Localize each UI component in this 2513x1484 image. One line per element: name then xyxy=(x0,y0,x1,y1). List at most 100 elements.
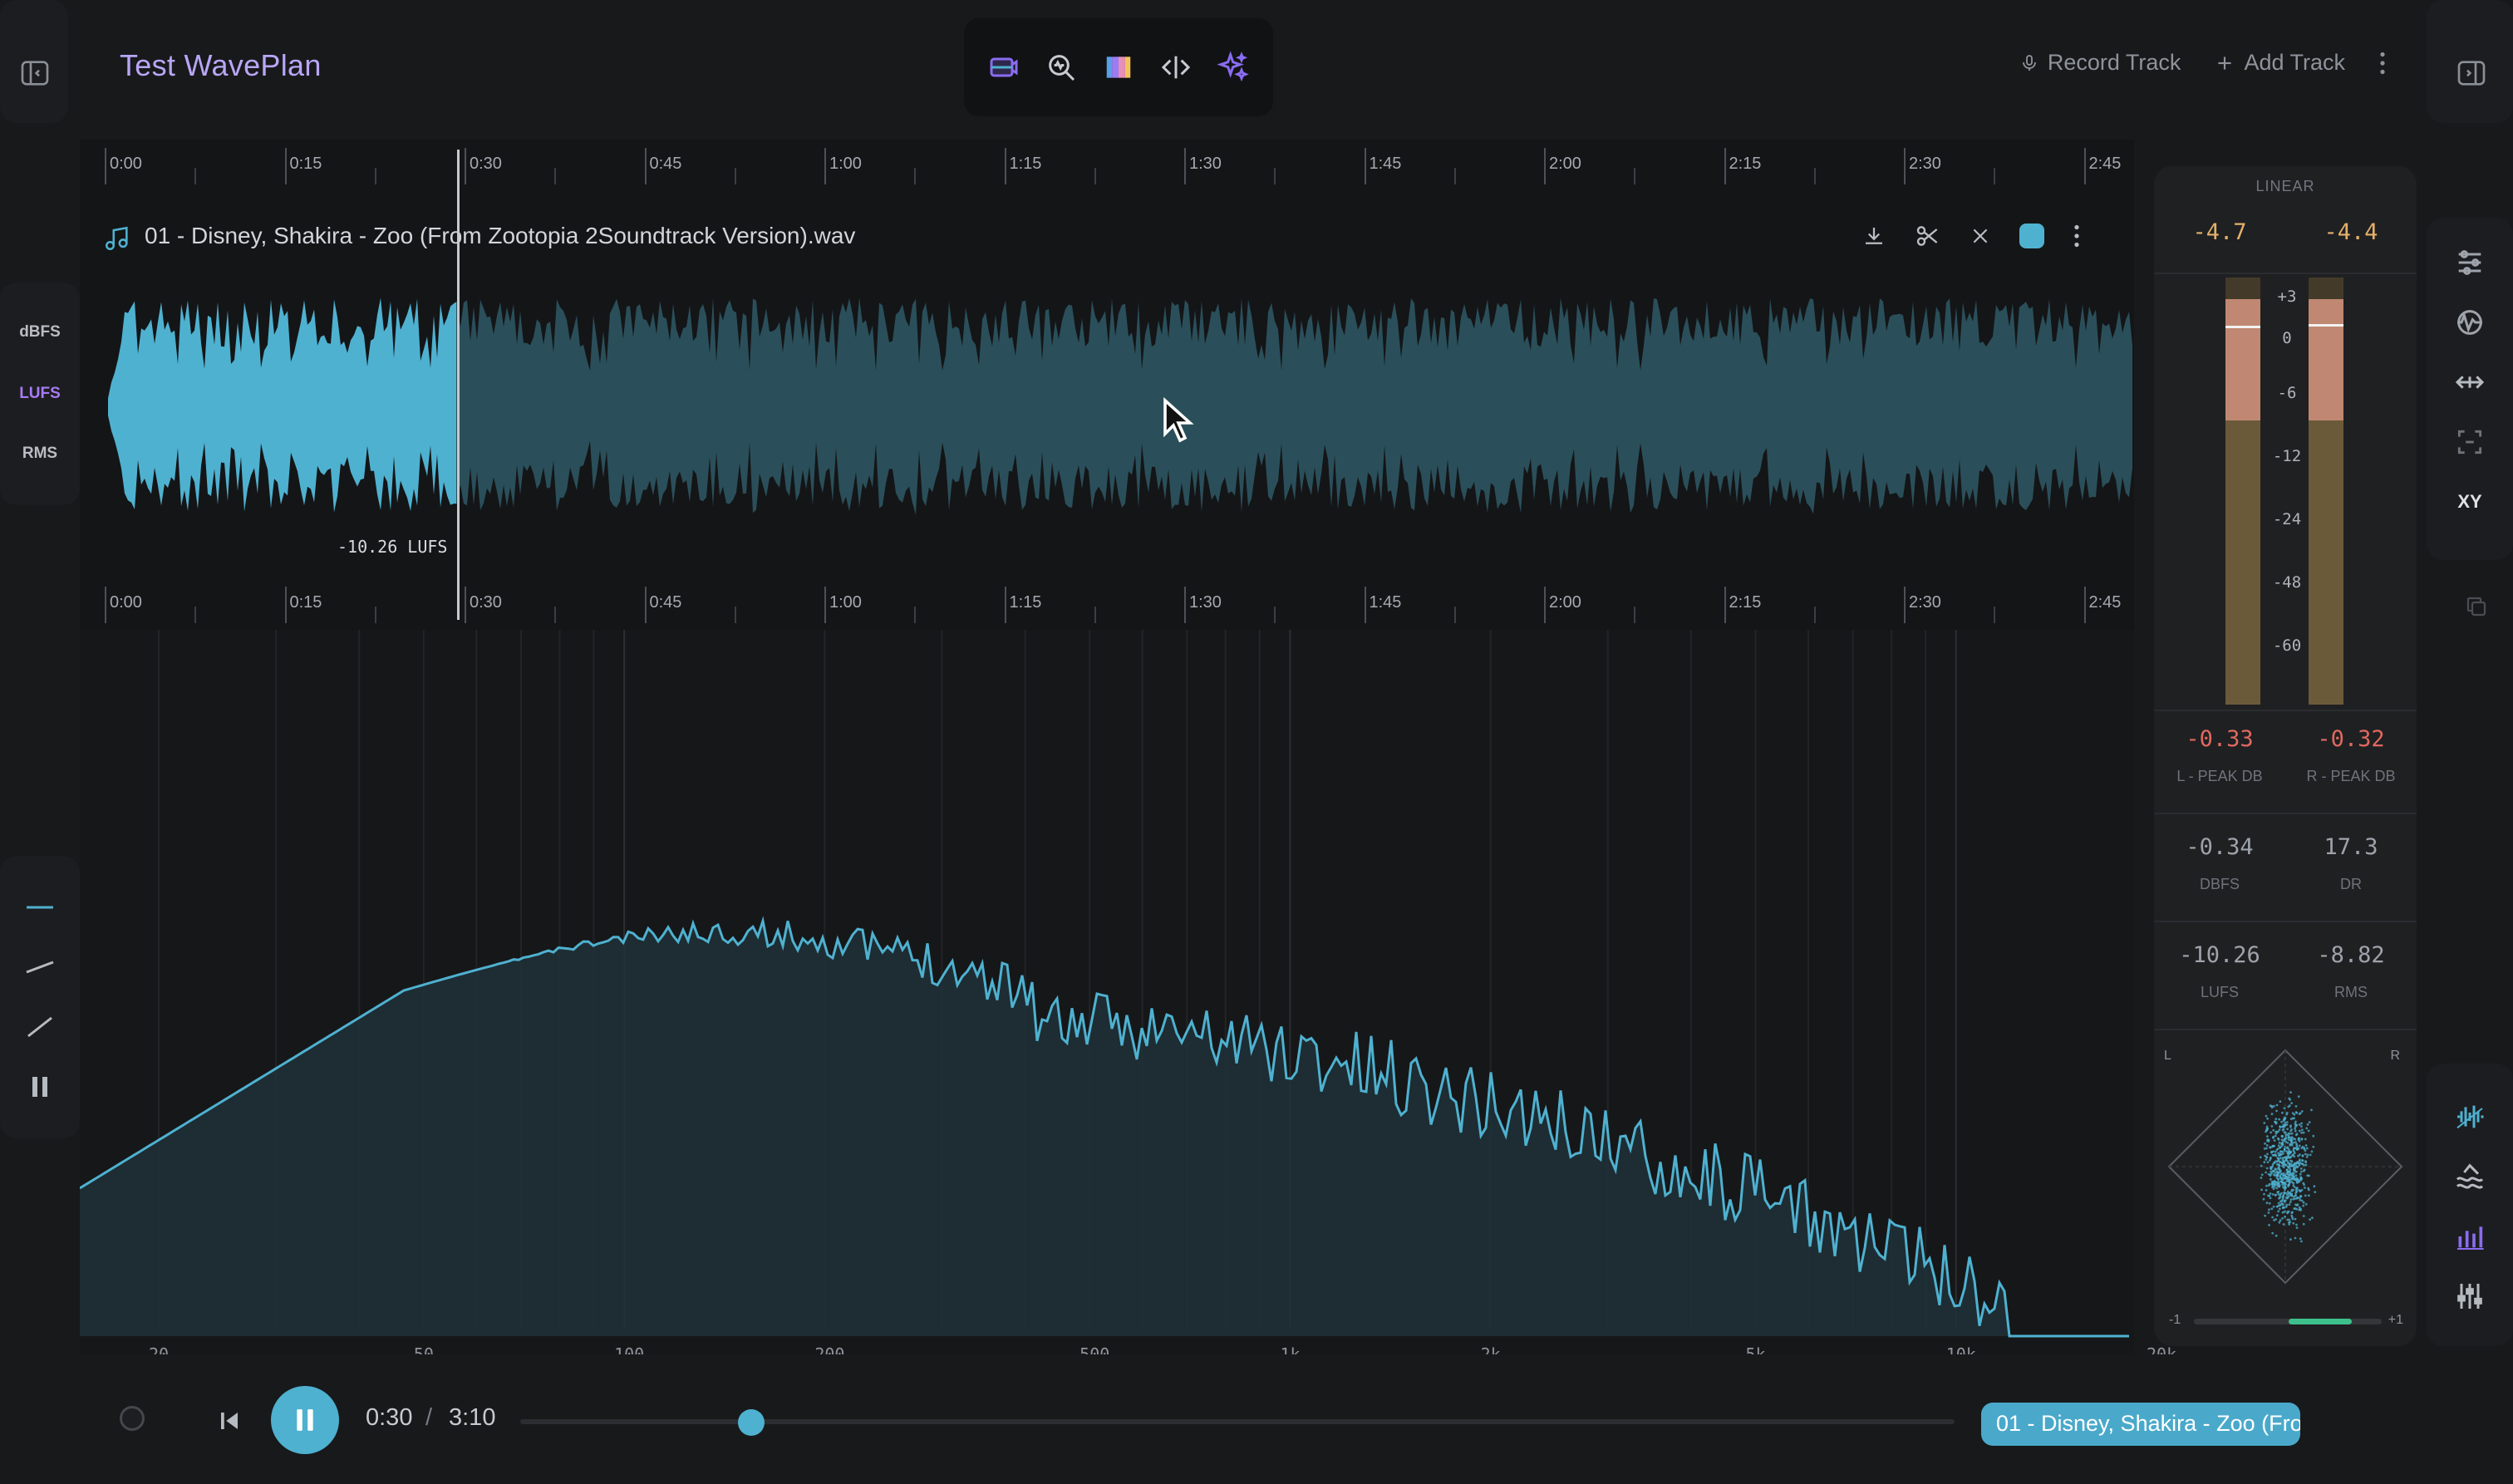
correlation-meter xyxy=(2194,1319,2382,1324)
spectrum-style-rail xyxy=(0,856,80,1138)
ruler-tick xyxy=(644,148,647,184)
mixer-sliders-icon[interactable] xyxy=(2427,1271,2513,1321)
ruler-tick xyxy=(824,148,826,184)
sparkles-icon[interactable] xyxy=(1210,44,1256,91)
plus-icon xyxy=(2214,52,2235,74)
time-ruler-top[interactable]: 0:00 0:15 0:30 0:45 1:00 1:15 1:30 1:45 2:00 2:15… xyxy=(105,148,2176,184)
waveform[interactable] xyxy=(108,296,2132,518)
playhead[interactable] xyxy=(457,150,460,620)
ruler-tick xyxy=(284,148,287,184)
ruler-minor-tick xyxy=(554,168,557,184)
xy-mode-button[interactable]: XY xyxy=(2427,477,2513,527)
mode-dbfs-button[interactable]: dBFS xyxy=(0,309,80,356)
ruler-tick xyxy=(2083,148,2086,184)
ruler-label: 0:15 xyxy=(289,593,322,612)
lufs-label: LUFS xyxy=(2200,984,2239,1000)
copy-icon[interactable] xyxy=(2460,590,2493,623)
bar-chart-view-icon[interactable] xyxy=(2427,1211,2513,1261)
left-peak-zone xyxy=(2225,299,2260,420)
cursor-pointer-icon xyxy=(1162,397,1195,444)
pause-icon xyxy=(294,1408,316,1432)
record-track-button[interactable]: Record Track xyxy=(2019,50,2181,76)
play-pause-button[interactable] xyxy=(271,1386,339,1454)
ruler-tick xyxy=(644,587,647,623)
toggle-panel-icon[interactable] xyxy=(2453,55,2490,91)
video-icon[interactable] xyxy=(981,44,1027,91)
meter-scale-label: -48 xyxy=(2272,573,2302,592)
mode-rms-button[interactable]: RMS xyxy=(0,430,80,477)
meter-divider xyxy=(2154,273,2417,274)
ruler-minor-tick xyxy=(374,168,376,184)
ruler-minor-tick xyxy=(1813,168,1816,184)
close-icon[interactable] xyxy=(1970,225,1991,247)
ruler-minor-tick xyxy=(1994,607,1996,623)
meter-scale-label: -24 xyxy=(2272,510,2302,528)
ruler-tick xyxy=(1184,148,1186,184)
loop-toggle-icon[interactable] xyxy=(120,1406,145,1431)
waveform-view-icon[interactable] xyxy=(2427,1092,2513,1142)
left-rail-top xyxy=(0,0,68,123)
mode-lufs-button[interactable]: LUFS xyxy=(0,371,80,417)
zoom-scan-icon[interactable] xyxy=(1038,44,1084,91)
more-menu-icon[interactable] xyxy=(2378,52,2387,75)
current-time: 0:30 xyxy=(366,1404,413,1431)
download-icon[interactable] xyxy=(1861,224,1886,248)
ruler-label: 0:00 xyxy=(110,593,142,612)
spectrogram-icon[interactable] xyxy=(1095,44,1142,91)
focus-scan-icon[interactable] xyxy=(2427,417,2513,467)
app-title: Test WavePlan xyxy=(120,48,322,82)
track-color-swatch[interactable] xyxy=(2019,224,2044,248)
ruler-tick xyxy=(1904,587,1906,623)
ruler-label: 2:30 xyxy=(1909,155,1941,173)
waveform-scan-icon[interactable] xyxy=(2427,297,2513,347)
ruler-minor-tick xyxy=(1634,168,1636,184)
now-playing-chip[interactable]: 01 - Disney, Shakira - Zoo (From Zootopi… xyxy=(1981,1403,2300,1446)
seek-bar[interactable] xyxy=(520,1419,1955,1424)
spectrum-area xyxy=(80,921,2132,1336)
toggle-sidebar-icon[interactable] xyxy=(17,55,53,91)
add-track-label: Add Track xyxy=(2244,50,2345,75)
meter-scale-label: -6 xyxy=(2277,384,2297,402)
spectrum-analyzer[interactable]: 20501002005001k2k5k10k20k xyxy=(80,630,2176,1369)
ruler-minor-tick xyxy=(734,607,736,623)
eq-list-icon[interactable] xyxy=(2427,238,2513,287)
mode-rms-label: RMS xyxy=(22,445,58,462)
ruler-label: 1:30 xyxy=(1189,593,1222,612)
right-peak-hold xyxy=(2309,324,2343,327)
right-level-meter xyxy=(2309,278,2343,705)
ruler-label: 2:45 xyxy=(2088,593,2122,612)
add-track-button[interactable]: Add Track xyxy=(2214,50,2345,76)
code-split-icon[interactable] xyxy=(1153,44,1199,91)
flat-line-icon[interactable] xyxy=(0,884,80,931)
scissors-icon[interactable] xyxy=(1915,223,1941,249)
meter-divider xyxy=(2154,921,2417,922)
vectorscope-points xyxy=(2259,1091,2317,1243)
ruler-tick xyxy=(1724,587,1726,623)
spectrum-plot xyxy=(80,630,2132,1338)
track-more-icon[interactable] xyxy=(2073,224,2081,248)
l-peak-value: -0.33 xyxy=(2186,726,2254,752)
ruler-minor-tick xyxy=(1274,168,1276,184)
track-name[interactable]: 01 - Disney, Shakira - Zoo (From Zootopi… xyxy=(145,223,855,249)
mode-lufs-label: LUFS xyxy=(19,385,61,402)
record-track-label: Record Track xyxy=(2047,50,2181,75)
meter-mode-label[interactable]: LINEAR xyxy=(2154,178,2417,195)
ruler-minor-tick xyxy=(1634,607,1636,623)
right-peak-zone xyxy=(2309,299,2343,420)
ruler-label: 1:00 xyxy=(829,155,862,173)
slope-low-icon[interactable] xyxy=(0,944,80,990)
waves-view-icon[interactable] xyxy=(2427,1152,2513,1201)
ruler-minor-tick xyxy=(1094,168,1096,184)
time-separator: / xyxy=(425,1404,433,1431)
ruler-tick xyxy=(284,587,287,623)
music-note-icon xyxy=(103,224,131,253)
stereo-width-icon[interactable] xyxy=(2427,357,2513,407)
time-ruler-bottom[interactable]: 0:00 0:15 0:30 0:45 1:00 1:15 1:30 1:45 2:00 2:15… xyxy=(105,587,2176,623)
slope-high-icon[interactable] xyxy=(0,1004,80,1050)
left-level-meter xyxy=(2225,278,2260,705)
ruler-tick xyxy=(1004,587,1006,623)
seek-thumb[interactable] xyxy=(738,1409,765,1436)
dbfs-label: DBFS xyxy=(2199,876,2240,892)
skip-back-icon[interactable] xyxy=(214,1406,244,1436)
pause-analysis-icon[interactable] xyxy=(0,1064,80,1110)
